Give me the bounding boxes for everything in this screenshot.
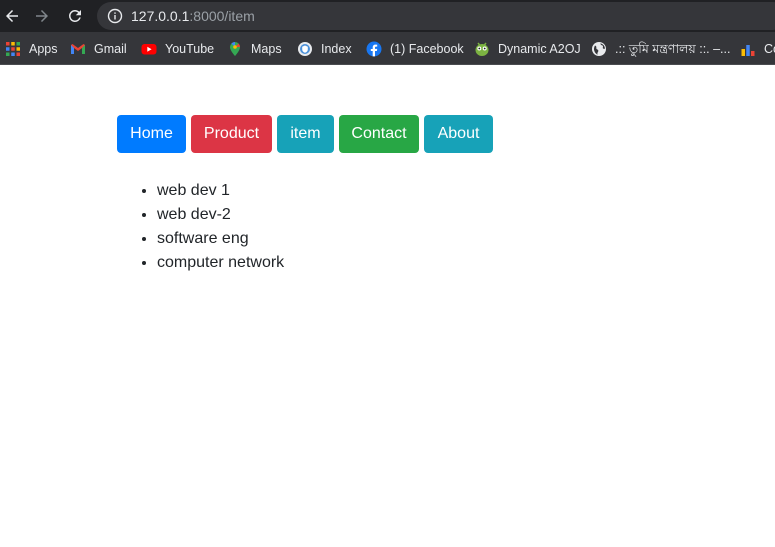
bookmark-label: Co (764, 42, 775, 56)
bookmark-label: YouTube (165, 42, 215, 56)
back-button[interactable] (0, 4, 24, 28)
url-path: :8000/item (189, 8, 255, 24)
bookmark-co[interactable]: Co (740, 40, 775, 58)
list-item: web dev 1 (157, 179, 284, 203)
bookmark-label: Gmail (94, 42, 127, 56)
url-host: 127.0.0.1 (131, 8, 190, 24)
url-text: 127.0.0.1:8000/item (131, 8, 255, 24)
bookmark-youtube[interactable]: YouTube (141, 40, 214, 58)
product-button[interactable]: Product (191, 115, 272, 153)
arrow-left-icon (6, 10, 18, 22)
apps-grid-icon (6, 42, 20, 56)
facebook-icon (366, 41, 382, 57)
youtube-icon (141, 44, 157, 55)
bookmark-gmail[interactable]: Gmail (70, 40, 127, 58)
item-button[interactable]: item (277, 115, 334, 153)
reload-icon (68, 9, 81, 22)
gmail-icon (71, 44, 85, 54)
item-list: web dev 1 web dev-2 software eng compute… (157, 179, 284, 275)
chart-icon (741, 45, 755, 56)
bookmark-label: Index (321, 42, 352, 56)
info-icon[interactable] (107, 8, 123, 24)
a2oj-icon (475, 42, 489, 56)
bookmark-label: (1) Facebook (390, 42, 464, 56)
contact-button[interactable]: Contact (339, 115, 419, 153)
globe-icon (592, 42, 606, 56)
home-button[interactable]: Home (117, 115, 186, 153)
bookmark-tumi-montronaloy[interactable]: .:: তুমি মন্ত্রণালয় ::. –... (591, 40, 730, 58)
list-item: web dev-2 (157, 203, 284, 227)
index-icon (298, 42, 312, 56)
nav-button-group: Home Product item Contact About (117, 115, 493, 153)
bookmark-label: Maps (251, 42, 282, 56)
browser-toolbar: 127.0.0.1:8000/item (0, 0, 775, 32)
maps-pin-icon (230, 41, 241, 56)
forward-button[interactable] (30, 4, 54, 28)
arrow-right-icon (36, 10, 48, 22)
address-bar[interactable]: 127.0.0.1:8000/item (97, 2, 775, 30)
bookmark-label: Dynamic A2OJ (498, 42, 581, 56)
bookmark-facebook[interactable]: (1) Facebook (366, 40, 464, 58)
list-item: software eng (157, 227, 284, 251)
page-content: Home Product item Contact About web dev … (0, 66, 775, 547)
reload-button[interactable] (63, 4, 87, 28)
bookmark-index[interactable]: Index (297, 40, 352, 58)
bookmark-dynamic-a2oj[interactable]: Dynamic A2OJ (474, 40, 581, 58)
about-button[interactable]: About (424, 115, 493, 153)
bookmark-apps[interactable]: Apps (5, 40, 58, 58)
bookmarks-bar: Apps Gmail YouTube Maps Index (1) Facebo… (0, 32, 775, 65)
bookmark-maps[interactable]: Maps (227, 40, 282, 58)
list-item: computer network (157, 251, 284, 275)
bookmark-label: Apps (29, 42, 58, 56)
bookmark-label: .:: তুমি মন্ত্রণালয় ::. –... (615, 42, 731, 56)
